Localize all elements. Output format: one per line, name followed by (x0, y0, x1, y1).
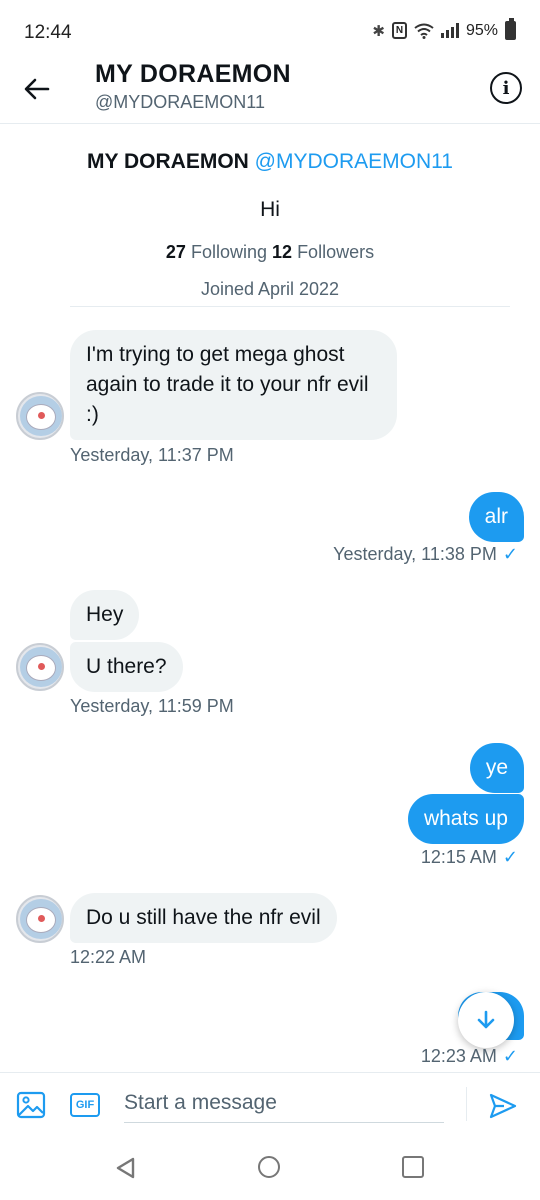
following-label: Following (190, 242, 267, 262)
back-arrow-icon (24, 78, 50, 100)
message-timestamp: Yesterday, 11:38 PM ✓ (333, 544, 518, 565)
profile-joined: Joined April 2022 (200, 279, 340, 299)
send-button[interactable] (488, 1091, 518, 1121)
avatar[interactable] (16, 392, 64, 440)
message-bubble-outgoing[interactable]: ye (469, 743, 524, 793)
read-check-icon: ✓ (502, 847, 518, 867)
message-composer: GIF (0, 1072, 540, 1134)
signal-icon (440, 23, 459, 38)
arrow-down-icon (477, 1010, 495, 1029)
divider (70, 306, 510, 307)
conversation-header: MY DORAEMON @MYDORAEMON11 i (0, 56, 540, 124)
gif-button[interactable]: GIF (70, 1093, 100, 1117)
battery-icon (505, 18, 516, 40)
add-media-button[interactable] (16, 1091, 46, 1119)
message-timestamp: 12:23 AM ✓ (421, 1046, 518, 1067)
nfc-icon: N (391, 22, 407, 39)
profile-bio: Hi (260, 198, 280, 221)
system-nav-bar (0, 1136, 540, 1200)
message-timestamp: 12:22 AM (70, 947, 147, 967)
status-icons: ✱ N 95% (372, 18, 516, 40)
avatar[interactable] (16, 895, 64, 943)
bluetooth-icon: ✱ (372, 22, 385, 40)
message-bubble-incoming[interactable]: I'm trying to get mega ghost again to tr… (70, 330, 397, 440)
timestamp-text: 12:15 AM (420, 847, 497, 867)
nav-home-button[interactable] (258, 1156, 280, 1178)
send-icon (489, 1093, 517, 1119)
status-bar: 12:44 ✱ N 95% (0, 0, 540, 64)
scroll-to-bottom-button[interactable] (458, 992, 514, 1048)
followers-count: 12 (272, 242, 293, 262)
battery-percent: 95% (465, 21, 498, 39)
nav-back-button[interactable] (114, 1156, 136, 1185)
gif-icon: GIF (75, 1099, 95, 1111)
profile-name: MY DORAEMON (87, 150, 249, 173)
nav-back-icon (116, 1157, 135, 1179)
message-bubble-incoming[interactable]: Do u still have the nfr evil (70, 893, 337, 943)
status-time: 12:44 (24, 22, 72, 43)
nav-recents-button[interactable] (402, 1156, 424, 1178)
following-count: 27 (165, 242, 186, 262)
back-button[interactable] (20, 72, 54, 106)
header-title[interactable]: MY DORAEMON (95, 60, 291, 89)
header-handle[interactable]: @MYDORAEMON11 (95, 92, 265, 113)
read-check-icon: ✓ (502, 544, 518, 564)
timestamp-text: 12:23 AM (420, 1046, 497, 1066)
followers-label: Followers (297, 242, 375, 262)
image-icon (16, 1091, 46, 1119)
divider (466, 1087, 467, 1121)
profile-handle: @MYDORAEMON11 (254, 150, 453, 173)
read-check-icon: ✓ (502, 1046, 518, 1066)
message-bubble-incoming[interactable]: Hey (70, 590, 140, 640)
wifi-icon (414, 23, 434, 39)
message-timestamp: Yesterday, 11:59 PM (70, 696, 234, 716)
timestamp-text: Yesterday, 11:38 PM (333, 544, 497, 564)
message-timestamp: 12:15 AM ✓ (421, 847, 518, 868)
message-input[interactable] (124, 1083, 444, 1123)
message-timestamp: Yesterday, 11:37 PM (70, 445, 234, 465)
message-bubble-outgoing[interactable]: alr (468, 492, 524, 542)
profile-follow-counts: 27 Following 12 Followers (0, 242, 540, 263)
info-button[interactable]: i (490, 72, 522, 104)
profile-summary[interactable]: MY DORAEMON @MYDORAEMON11 Hi 27 Followin… (0, 140, 540, 300)
message-bubble-incoming[interactable]: U there? (70, 642, 183, 692)
avatar[interactable] (16, 643, 64, 691)
info-icon: i (502, 77, 510, 99)
message-bubble-outgoing[interactable]: whats up (407, 794, 524, 844)
